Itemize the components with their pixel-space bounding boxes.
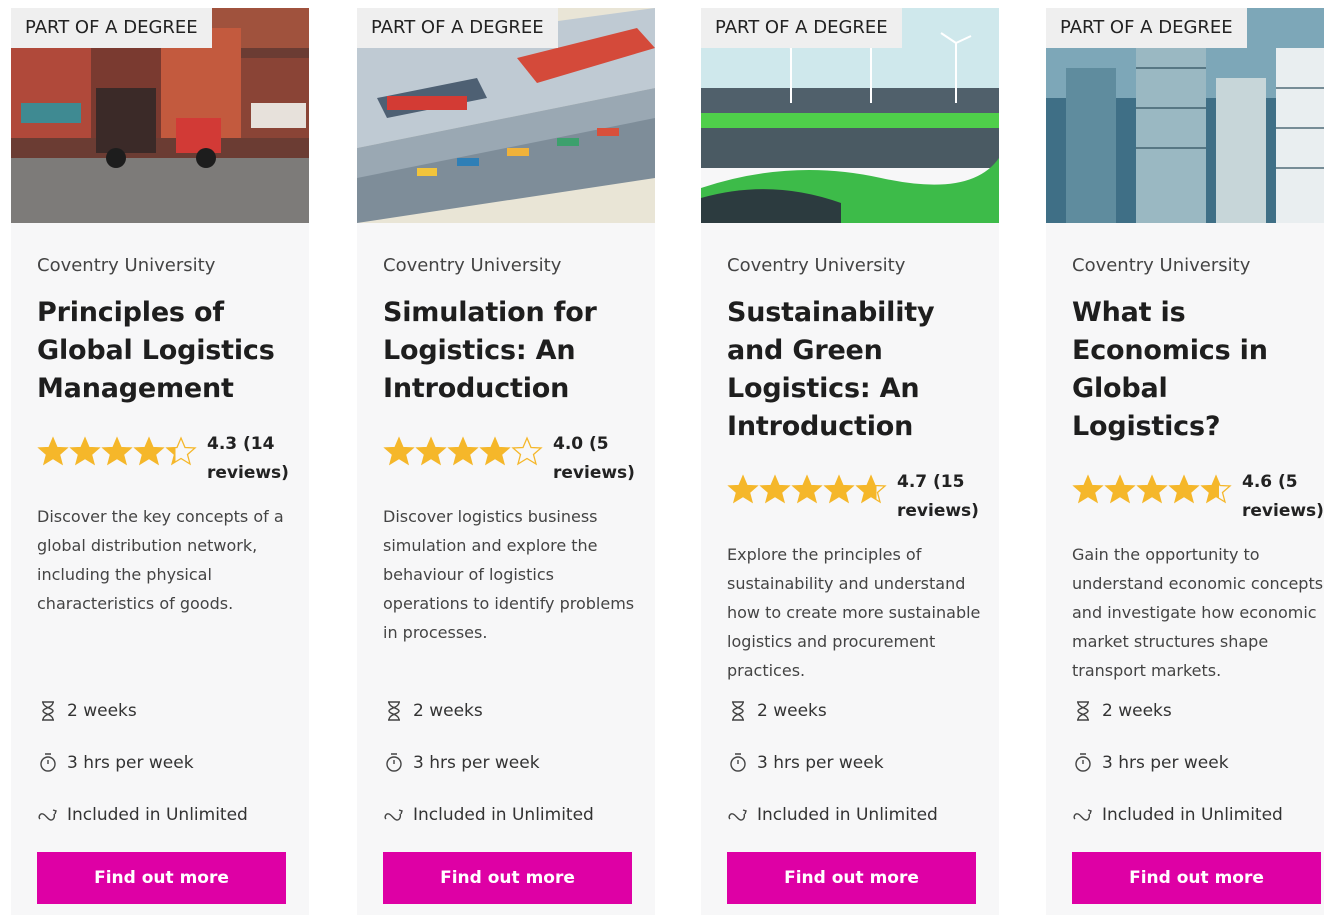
- star-rating: [37, 436, 197, 466]
- course-image-wind-turbines[interactable]: PART OF A DEGREE: [701, 8, 999, 223]
- provider-name: Coventry University: [727, 255, 906, 276]
- infinity-icon: [1072, 804, 1094, 826]
- course-title[interactable]: What is Economics in Global Logistics?: [1072, 294, 1324, 446]
- rating: 4.6 (5 reviews): [1072, 468, 1324, 526]
- hourglass-icon: [37, 700, 59, 722]
- unlimited-row: Included in Unlimited: [727, 804, 987, 826]
- find-out-more-button[interactable]: Find out more: [727, 852, 976, 904]
- provider-name: Coventry University: [37, 255, 216, 276]
- star-icon: [1104, 474, 1136, 504]
- course-description: Discover the key concepts of a global di…: [37, 507, 284, 613]
- hours-text: 3 hrs per week: [757, 753, 884, 773]
- star-icon: [1072, 474, 1104, 504]
- star-icon: [823, 474, 855, 504]
- course-description: Explore the principles of sustainability…: [727, 545, 981, 680]
- infinity-icon: [37, 804, 59, 826]
- course-card[interactable]: PART OF A DEGREE Coventry University Sim…: [357, 8, 655, 915]
- hours-text: 3 hrs per week: [67, 753, 194, 773]
- stopwatch-icon: [727, 752, 749, 774]
- star-rating: [727, 474, 887, 504]
- course-title[interactable]: Principles of Global Logistics Managemen…: [37, 294, 297, 408]
- star-icon: [447, 436, 479, 466]
- star-icon: [855, 474, 887, 504]
- rating: 4.7 (15 reviews): [727, 468, 987, 526]
- unlimited-row: Included in Unlimited: [37, 804, 297, 826]
- hours-text: 3 hrs per week: [1102, 753, 1229, 773]
- hours-row: 3 hrs per week: [727, 752, 987, 774]
- unlimited-text: Included in Unlimited: [67, 805, 248, 825]
- stopwatch-icon: [1072, 752, 1094, 774]
- course-card[interactable]: PART OF A DEGREE Coventry University Sus…: [701, 8, 999, 915]
- hours-text: 3 hrs per week: [413, 753, 540, 773]
- star-icon: [1136, 474, 1168, 504]
- rating-text: 4.6 (5 reviews): [1242, 472, 1324, 521]
- infinity-icon: [383, 804, 405, 826]
- course-image-coins[interactable]: PART OF A DEGREE: [1046, 8, 1324, 223]
- hourglass-icon: [383, 700, 405, 722]
- star-icon: [383, 436, 415, 466]
- hourglass-icon: [1072, 700, 1094, 722]
- rating-text: 4.7 (15 reviews): [897, 472, 979, 521]
- unlimited-row: Included in Unlimited: [1072, 804, 1324, 826]
- star-icon: [165, 436, 197, 466]
- rating: 4.0 (5 reviews): [383, 430, 643, 488]
- unlimited-row: Included in Unlimited: [383, 804, 643, 826]
- rating-text: 4.0 (5 reviews): [553, 434, 635, 483]
- star-icon: [791, 474, 823, 504]
- hours-row: 3 hrs per week: [383, 752, 643, 774]
- star-icon: [101, 436, 133, 466]
- star-icon: [727, 474, 759, 504]
- course-image-containers[interactable]: PART OF A DEGREE: [11, 8, 309, 223]
- rating: 4.3 (14 reviews): [37, 430, 297, 488]
- star-icon: [415, 436, 447, 466]
- infinity-icon: [727, 804, 749, 826]
- course-description: Discover logistics business simulation a…: [383, 507, 635, 642]
- star-icon: [479, 436, 511, 466]
- degree-badge: PART OF A DEGREE: [701, 8, 902, 48]
- hours-row: 3 hrs per week: [1072, 752, 1324, 774]
- hourglass-icon: [727, 700, 749, 722]
- find-out-more-button[interactable]: Find out more: [383, 852, 632, 904]
- duration-row: 2 weeks: [1072, 700, 1324, 722]
- duration-row: 2 weeks: [727, 700, 987, 722]
- duration-text: 2 weeks: [413, 701, 483, 721]
- course-card[interactable]: PART OF A DEGREE Coventry University Wha…: [1046, 8, 1324, 915]
- course-title[interactable]: Sustainability and Green Logistics: An I…: [727, 294, 987, 446]
- star-rating: [383, 436, 543, 466]
- provider-name: Coventry University: [383, 255, 562, 276]
- duration-row: 2 weeks: [383, 700, 643, 722]
- star-rating: [1072, 474, 1232, 504]
- course-card[interactable]: PART OF A DEGREE Coventry University Pri…: [11, 8, 309, 915]
- unlimited-text: Included in Unlimited: [757, 805, 938, 825]
- degree-badge: PART OF A DEGREE: [1046, 8, 1247, 48]
- star-icon: [1168, 474, 1200, 504]
- degree-badge: PART OF A DEGREE: [11, 8, 212, 48]
- star-icon: [1200, 474, 1232, 504]
- unlimited-text: Included in Unlimited: [1102, 805, 1283, 825]
- course-description: Gain the opportunity to understand econo…: [1072, 545, 1324, 680]
- star-icon: [759, 474, 791, 504]
- star-icon: [511, 436, 543, 466]
- unlimited-text: Included in Unlimited: [413, 805, 594, 825]
- find-out-more-button[interactable]: Find out more: [1072, 852, 1321, 904]
- duration-text: 2 weeks: [67, 701, 137, 721]
- stopwatch-icon: [383, 752, 405, 774]
- duration-text: 2 weeks: [757, 701, 827, 721]
- duration-row: 2 weeks: [37, 700, 297, 722]
- degree-badge: PART OF A DEGREE: [357, 8, 558, 48]
- rating-text: 4.3 (14 reviews): [207, 434, 289, 483]
- stopwatch-icon: [37, 752, 59, 774]
- course-image-ships[interactable]: PART OF A DEGREE: [357, 8, 655, 223]
- find-out-more-button[interactable]: Find out more: [37, 852, 286, 904]
- duration-text: 2 weeks: [1102, 701, 1172, 721]
- star-icon: [133, 436, 165, 466]
- star-icon: [37, 436, 69, 466]
- provider-name: Coventry University: [1072, 255, 1251, 276]
- course-title[interactable]: Simulation for Logistics: An Introductio…: [383, 294, 643, 408]
- hours-row: 3 hrs per week: [37, 752, 297, 774]
- star-icon: [69, 436, 101, 466]
